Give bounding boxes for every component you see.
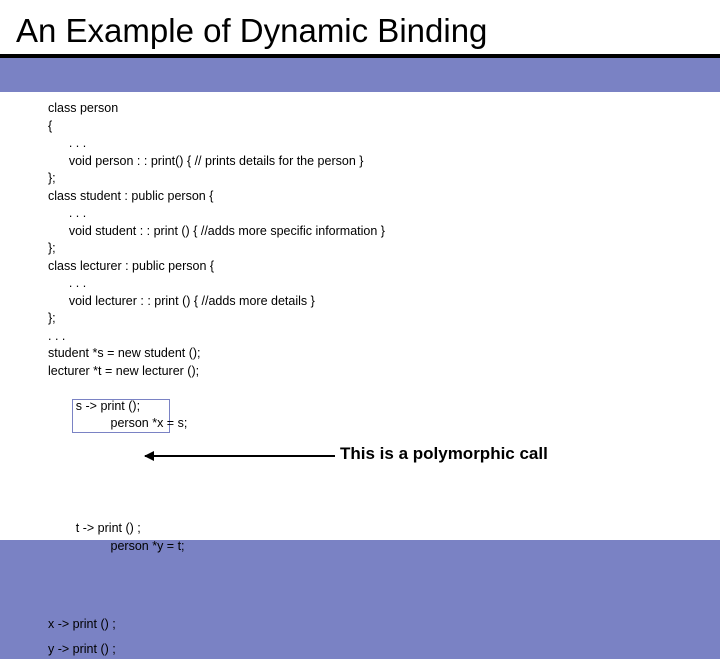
accent-band [0, 58, 720, 84]
annotation-text: This is a polymorphic call [340, 444, 548, 464]
code-line: person *y = t; t -> print () ; [48, 503, 706, 608]
code-line: class student : public person { [48, 188, 706, 206]
overlapping-text: person *x = s; s -> print (); [76, 398, 188, 486]
code-line: }; [48, 310, 706, 328]
arrow-icon [145, 455, 335, 457]
code-line: person *x = s; s -> print (); [48, 380, 706, 503]
code-line: lecturer *t = new lecturer (); [48, 363, 706, 381]
code-fragment: t -> print () ; [76, 520, 141, 538]
code-block: class person { . . . void person : : pri… [48, 100, 706, 659]
code-fragment: person *y = t; [111, 539, 185, 553]
code-line: void student : : print () { //adds more … [48, 223, 706, 241]
code-line: . . . [48, 205, 706, 223]
title-region: An Example of Dynamic Binding [0, 0, 720, 58]
code-line: student *s = new student (); [48, 345, 706, 363]
spacer [48, 608, 706, 616]
code-line: . . . [48, 135, 706, 153]
code-line: void lecturer : : print () { //adds more… [48, 293, 706, 311]
code-line: . . . [48, 328, 706, 346]
code-line: x -> print () ; [48, 616, 706, 634]
code-line: { [48, 118, 706, 136]
code-line: y -> print () ; [48, 641, 706, 659]
code-fragment: person *x = s; [111, 416, 188, 430]
content-area: class person { . . . void person : : pri… [0, 92, 720, 540]
slide-title: An Example of Dynamic Binding [16, 12, 704, 50]
code-line: }; [48, 170, 706, 188]
code-line: }; [48, 240, 706, 258]
overlapping-text: person *y = t; t -> print () ; [76, 520, 185, 590]
slide: An Example of Dynamic Binding class pers… [0, 0, 720, 540]
code-line: class person [48, 100, 706, 118]
code-fragment: s -> print (); [76, 398, 140, 416]
code-line: . . . [48, 275, 706, 293]
code-line: class lecturer : public person { [48, 258, 706, 276]
code-line: void person : : print() { // prints deta… [48, 153, 706, 171]
spacer [48, 633, 706, 641]
